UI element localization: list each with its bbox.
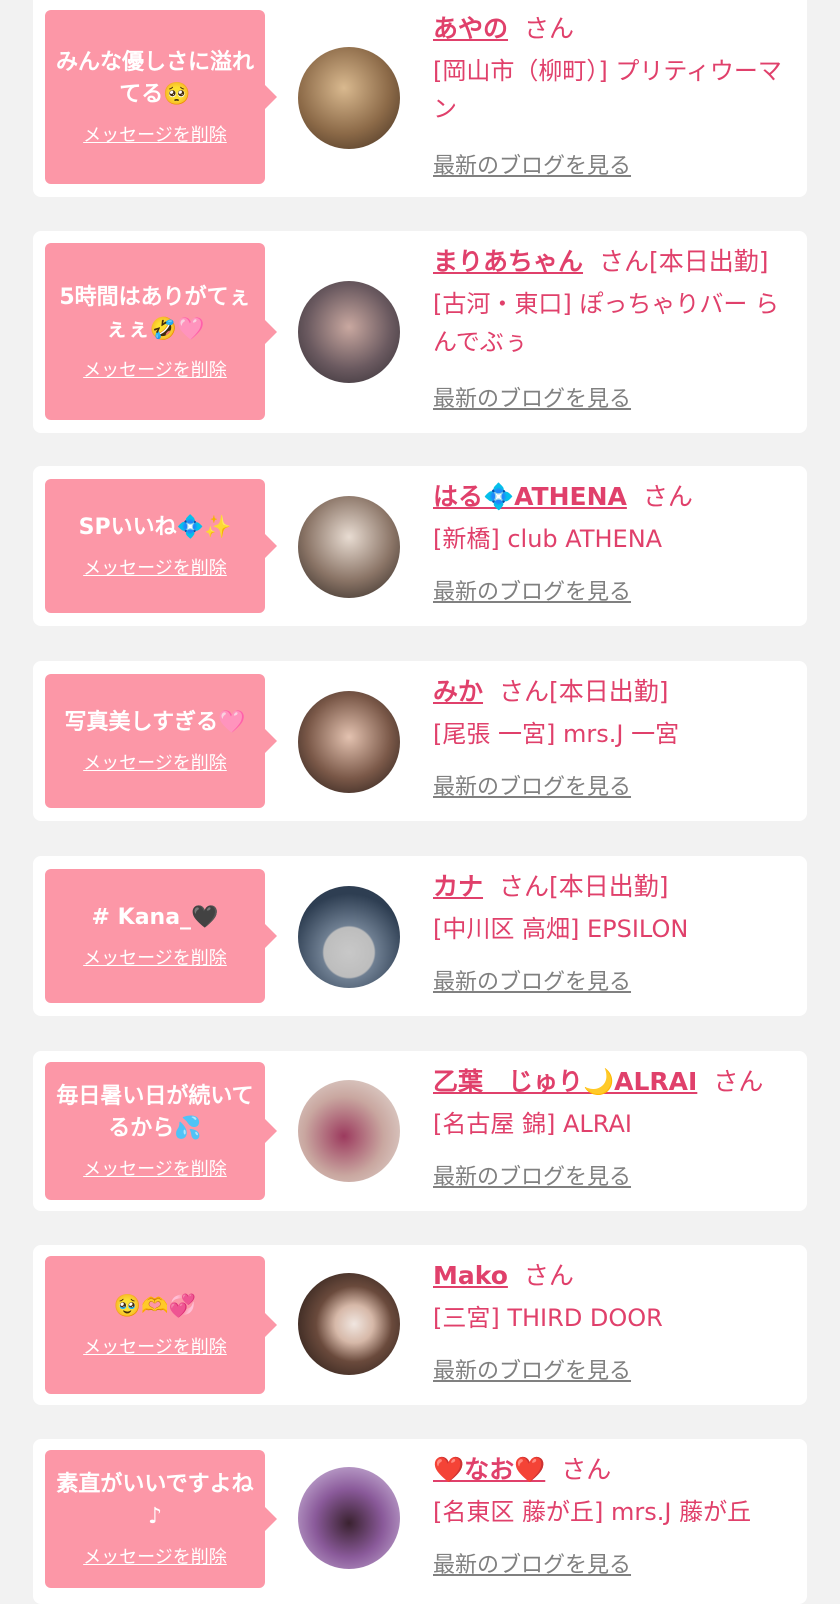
latest-blog-link[interactable]: 最新のブログを見る <box>433 381 631 413</box>
delete-message-link[interactable]: メッセージを削除 <box>83 356 227 382</box>
message-bubble: # Kana_🖤 メッセージを削除 <box>45 869 277 1003</box>
message-text: 写真美しすぎる🩷 <box>64 710 246 735</box>
message-card: SPいいね💠✨ メッセージを削除 はる💠ATHENA さん [新橋] club A… <box>33 466 807 626</box>
cast-info: はる💠ATHENA さん [新橋] club ATHENA <box>433 466 793 558</box>
cast-info: Mako さん [三宮] THIRD DOOR <box>433 1245 793 1337</box>
avatar[interactable] <box>298 47 400 149</box>
shop-name: [中川区 高畑] EPSILON <box>433 915 689 943</box>
message-bubble: 🥹🫶💞 メッセージを削除 <box>45 1256 277 1394</box>
message-text: # Kana_🖤 <box>91 905 219 930</box>
delete-message-link[interactable]: メッセージを削除 <box>83 121 227 147</box>
cast-name-link[interactable]: カナ <box>433 872 483 901</box>
message-bubble: 写真美しすぎる🩷 メッセージを削除 <box>45 674 277 808</box>
delete-message-link[interactable]: メッセージを削除 <box>83 1333 227 1359</box>
delete-message-link[interactable]: メッセージを削除 <box>83 1543 227 1569</box>
cast-suffix: さん[本日出勤] <box>599 247 769 276</box>
delete-message-link[interactable]: メッセージを削除 <box>83 554 227 580</box>
cast-info: カナ さん[本日出勤] [中川区 高畑] EPSILON <box>433 856 793 948</box>
cast-info: みか さん[本日出勤] [尾張 一宮] mrs.J 一宮 <box>433 661 793 753</box>
message-text: SPいいね💠✨ <box>78 515 232 540</box>
shop-name: [名東区 藤が丘] mrs.J 藤が丘 <box>433 1498 752 1526</box>
cast-info: あやの さん [岡山市（柳町）] プリティウーマン <box>433 0 793 128</box>
latest-blog-link[interactable]: 最新のブログを見る <box>433 148 631 180</box>
latest-blog-link[interactable]: 最新のブログを見る <box>433 1159 631 1191</box>
cast-info: 乙葉 じゅり🌙ALRAI さん [名古屋 錦] ALRAI <box>433 1051 793 1143</box>
cast-suffix: さん[本日出勤] <box>499 872 669 901</box>
avatar[interactable] <box>298 496 400 598</box>
latest-blog-link[interactable]: 最新のブログを見る <box>433 964 631 996</box>
message-card: 写真美しすぎる🩷 メッセージを削除 みか さん[本日出勤] [尾張 一宮] mrs… <box>33 661 807 821</box>
message-text: 毎日暑い日が続いてるから💦 <box>56 1084 254 1141</box>
delete-message-link[interactable]: メッセージを削除 <box>83 944 227 970</box>
latest-blog-link[interactable]: 最新のブログを見る <box>433 1353 631 1385</box>
message-text: 素直がいいですよね♪ <box>56 1472 254 1529</box>
message-bubble: みんな優しさに溢れてる🥺 メッセージを削除 <box>45 10 277 184</box>
message-card: 毎日暑い日が続いてるから💦 メッセージを削除 乙葉 じゅり🌙ALRAI さん [名… <box>33 1051 807 1211</box>
avatar[interactable] <box>298 886 400 988</box>
delete-message-link[interactable]: メッセージを削除 <box>83 749 227 775</box>
avatar[interactable] <box>298 691 400 793</box>
message-card: みんな優しさに溢れてる🥺 メッセージを削除 あやの さん [岡山市（柳町）] プリ… <box>33 0 807 197</box>
latest-blog-link[interactable]: 最新のブログを見る <box>433 769 631 801</box>
shop-name: [名古屋 錦] ALRAI <box>433 1110 632 1138</box>
shop-name: [岡山市（柳町）] プリティウーマン <box>433 57 782 123</box>
cast-suffix: さん <box>523 1261 574 1290</box>
message-text: みんな優しさに溢れてる🥺 <box>55 50 254 107</box>
message-text: 5時間はありがてぇぇぇ🤣🩷 <box>59 284 251 342</box>
shop-name: [新橋] club ATHENA <box>433 525 663 553</box>
latest-blog-link[interactable]: 最新のブログを見る <box>433 574 631 606</box>
avatar[interactable] <box>298 1467 400 1569</box>
message-bubble: 素直がいいですよね♪ メッセージを削除 <box>45 1450 277 1588</box>
cast-name-link[interactable]: ❤️なお❤️ <box>433 1455 545 1484</box>
cast-name-link[interactable]: みか <box>433 677 483 706</box>
message-card: 🥹🫶💞 メッセージを削除 Mako さん [三宮] THIRD DOOR 最新のブ… <box>33 1245 807 1405</box>
message-card: 5時間はありがてぇぇぇ🤣🩷 メッセージを削除 まりあちゃん さん[本日出勤] [古… <box>33 231 807 433</box>
cast-info: ❤️なお❤️ さん [名東区 藤が丘] mrs.J 藤が丘 <box>433 1439 793 1531</box>
cast-name-link[interactable]: あやの <box>433 14 508 43</box>
shop-name: [古河・東口] ぽっちゃりバー らんでぶぅ <box>433 290 779 356</box>
shop-name: [尾張 一宮] mrs.J 一宮 <box>433 720 680 748</box>
delete-message-link[interactable]: メッセージを削除 <box>83 1155 227 1181</box>
message-card: # Kana_🖤 メッセージを削除 カナ さん[本日出勤] [中川区 高畑] EP… <box>33 856 807 1016</box>
cast-info: まりあちゃん さん[本日出勤] [古河・東口] ぽっちゃりバー らんでぶぅ <box>433 231 793 361</box>
message-card: 素直がいいですよね♪ メッセージを削除 ❤️なお❤️ さん [名東区 藤が丘] m… <box>33 1439 807 1604</box>
message-bubble: 5時間はありがてぇぇぇ🤣🩷 メッセージを削除 <box>45 243 277 420</box>
cast-name-link[interactable]: Mako <box>433 1261 508 1290</box>
message-bubble: 毎日暑い日が続いてるから💦 メッセージを削除 <box>45 1062 277 1200</box>
cast-suffix: さん <box>713 1067 764 1096</box>
cast-suffix: さん[本日出勤] <box>499 677 669 706</box>
cast-name-link[interactable]: はる💠ATHENA <box>433 482 627 511</box>
message-text: 🥹🫶💞 <box>113 1294 197 1319</box>
cast-suffix: さん <box>561 1455 612 1484</box>
avatar[interactable] <box>298 1080 400 1182</box>
shop-name: [三宮] THIRD DOOR <box>433 1304 663 1332</box>
avatar[interactable] <box>298 281 400 383</box>
latest-blog-link[interactable]: 最新のブログを見る <box>433 1547 631 1579</box>
message-bubble: SPいいね💠✨ メッセージを削除 <box>45 479 277 613</box>
cast-suffix: さん <box>642 482 693 511</box>
cast-name-link[interactable]: 乙葉 じゅり🌙ALRAI <box>433 1067 697 1096</box>
avatar[interactable] <box>298 1273 400 1375</box>
cast-name-link[interactable]: まりあちゃん <box>433 247 583 276</box>
cast-suffix: さん <box>524 14 575 43</box>
